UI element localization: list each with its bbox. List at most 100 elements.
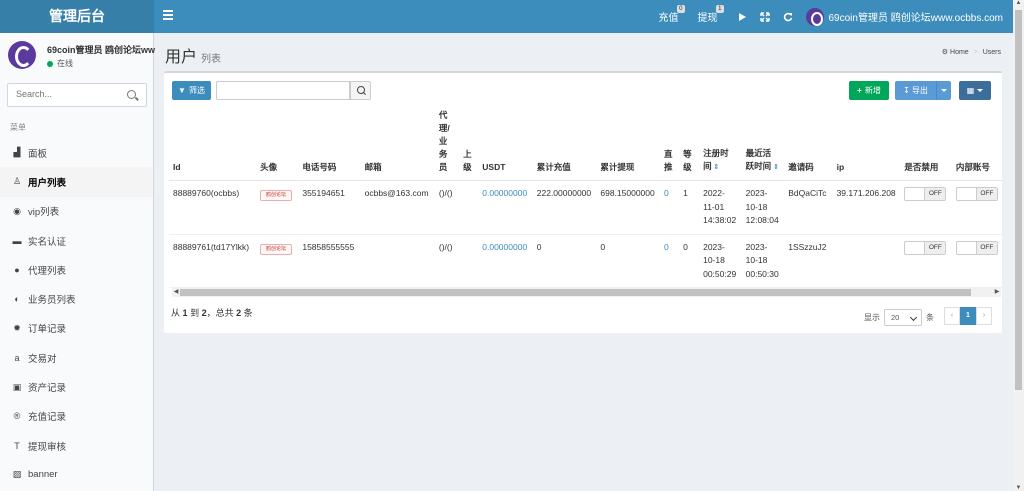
sidebar-item-11[interactable]: ▨ banner bbox=[0, 460, 153, 489]
cell-value[interactable]: 0.00000000 bbox=[482, 242, 527, 252]
cell-internal: OFF bbox=[951, 234, 1002, 288]
cell-usdt: 0.00000000 bbox=[478, 234, 533, 288]
sidebar-item-5[interactable]: ◐ 业务员列表 bbox=[0, 284, 153, 313]
horizontal-scrollbar[interactable]: ◀ ▶ bbox=[172, 288, 1001, 297]
sidebar-item-label: vip列表 bbox=[28, 207, 60, 219]
columns-toggle-button[interactable]: ▦ bbox=[959, 81, 991, 100]
cell-value: 88889761(td17Ylkk) bbox=[173, 241, 250, 252]
show-label: 显示 bbox=[864, 313, 880, 322]
user-logo bbox=[8, 41, 36, 69]
sidebar-item-0[interactable]: ▟ 面板 bbox=[0, 138, 153, 167]
sidebar-item-10[interactable]: T 提现审核 bbox=[0, 431, 153, 460]
table-row: 88889761(td17Ylkk) 鸥创论坛 15858555555 ()/() 0.… bbox=[169, 234, 1002, 288]
disabled-toggle[interactable]: OFF bbox=[904, 187, 947, 201]
disabled-toggle[interactable]: OFF bbox=[904, 240, 947, 255]
sidebar-toggle-icon[interactable] bbox=[163, 10, 173, 22]
cell-value: 355194651 bbox=[302, 188, 345, 198]
vertical-scrollbar[interactable]: ▲ ▼ bbox=[1013, 0, 1024, 491]
export-button[interactable]: ↧ 导出 bbox=[895, 81, 936, 100]
add-button[interactable]: + 新增 bbox=[849, 81, 889, 100]
cell-email bbox=[360, 234, 435, 288]
sidebar-item-3[interactable]: ▬ 实名认证 bbox=[0, 226, 153, 255]
horizontal-scroll-thumb[interactable] bbox=[180, 289, 971, 296]
avatar[interactable]: 鸥创论坛 bbox=[260, 190, 293, 201]
sidebar-item-label: 代理列表 bbox=[28, 265, 67, 277]
table-row: 88889760(ocbbs) 鸥创论坛 355194651 ocbbs@163.co… bbox=[169, 180, 1002, 235]
cell-value[interactable]: 0 bbox=[664, 188, 669, 198]
user-menu[interactable]: 69coin管理员 鸥创论坛www.ocbbs.com bbox=[805, 7, 1003, 26]
sort-icon[interactable]: ⇕ bbox=[712, 164, 720, 171]
sidebar-item-label: 用户列表 bbox=[28, 177, 67, 189]
export-dropdown-button[interactable] bbox=[936, 81, 951, 100]
summary-total: 2 bbox=[236, 308, 242, 318]
cell-value: 0 bbox=[683, 241, 688, 252]
sidebar-item-label: 业务员列表 bbox=[28, 295, 76, 307]
add-label: 新增 bbox=[864, 86, 881, 95]
internal-toggle[interactable]: OFF bbox=[955, 187, 998, 201]
internal-toggle[interactable]: OFF bbox=[955, 240, 998, 255]
brand-logo[interactable]: 管理后台 bbox=[0, 0, 154, 33]
column-header: 头像 bbox=[256, 109, 299, 181]
cell-value[interactable]: 0.00000000 bbox=[482, 188, 527, 198]
vip-icon: ◉ bbox=[13, 205, 21, 216]
column-header: 邀请码 bbox=[784, 109, 833, 181]
scroll-right-icon[interactable]: ▶ bbox=[993, 288, 1001, 297]
cell-value[interactable]: 0 bbox=[664, 242, 669, 252]
column-header-label: 邮箱 bbox=[364, 162, 382, 172]
quick-search-button[interactable] bbox=[350, 81, 371, 100]
scroll-up-icon[interactable]: ▲ bbox=[1013, 0, 1024, 6]
asset-icon: ▣ bbox=[12, 381, 22, 392]
vertical-scroll-thumb[interactable] bbox=[1015, 10, 1022, 390]
cell-direct: 0 bbox=[659, 180, 680, 235]
next-page-button[interactable]: › bbox=[976, 307, 992, 325]
avatar[interactable]: 鸥创论坛 bbox=[260, 243, 293, 255]
sidebar-item-8[interactable]: ▣ 资产记录 bbox=[0, 372, 153, 401]
cell-value: 698.15000000 bbox=[600, 188, 655, 198]
cell-value: 2023- 10-18 12:08:04 bbox=[745, 188, 779, 225]
recharge-nav-link[interactable]: 充值 0 bbox=[659, 5, 685, 24]
breadcrumb-home[interactable]: Home bbox=[950, 49, 969, 56]
cell-value: 0 bbox=[536, 241, 542, 252]
filter-button[interactable]: ▼ 筛选 bbox=[172, 81, 211, 100]
cell-value: OFF bbox=[975, 188, 997, 200]
cell-value: 39.171.206.208 bbox=[836, 188, 896, 198]
scroll-down-icon[interactable]: ▼ bbox=[1013, 485, 1024, 491]
withdraw-nav-link[interactable]: 提现 1 bbox=[698, 5, 724, 24]
search-icon[interactable] bbox=[127, 90, 136, 99]
cell-value: OFF bbox=[975, 241, 997, 254]
cell-avatar: 鸥创论坛 bbox=[256, 234, 299, 288]
sidebar-item-2[interactable]: ◉ vip列表 bbox=[0, 197, 153, 226]
page-size-select[interactable]: 20 bbox=[884, 309, 922, 326]
column-header: 代 理/ 业 务 员 bbox=[434, 109, 460, 181]
breadcrumb: ⚙ Home > Users bbox=[941, 49, 1001, 56]
scroll-left-icon[interactable]: ◀ bbox=[172, 288, 180, 297]
cell-parent bbox=[459, 234, 479, 288]
column-header[interactable]: 最近活 跃时间 ⇕ bbox=[741, 109, 785, 181]
cell-value: 2023- 10-18 00:50:29 bbox=[703, 241, 737, 279]
table-icon: ▦ bbox=[966, 86, 975, 95]
page-1-button[interactable]: 1 bbox=[960, 307, 976, 325]
sidebar-item-7[interactable]: a 交易对 bbox=[0, 343, 153, 372]
sidebar-item-9[interactable]: ® 充值记录 bbox=[0, 402, 153, 431]
sidebar-item-1[interactable]: ♙ 用户列表 bbox=[0, 167, 153, 197]
column-header-label: 直 推 bbox=[663, 149, 673, 172]
per-label: 条 bbox=[926, 313, 934, 322]
sidebar-item-label: 实名认证 bbox=[28, 236, 67, 248]
cell-value: OFF bbox=[924, 188, 946, 200]
sidebar-item-6[interactable]: ✹ 订单记录 bbox=[0, 314, 153, 343]
column-header: 累计充值 bbox=[532, 109, 597, 181]
amazon-icon: a bbox=[14, 352, 20, 363]
summary-suffix: 条 bbox=[243, 308, 253, 318]
sidebar-item-4[interactable]: ● 代理列表 bbox=[0, 255, 153, 284]
sidebar: 69coin管理员 鸥创论坛ww 在线 菜单 ▟ 面板 ♙ 用户列表 ◉ vip列表 ▬ 实名… bbox=[0, 33, 155, 491]
column-header[interactable]: 注册时 间 ⇕ bbox=[699, 109, 742, 181]
refresh-icon[interactable] bbox=[783, 12, 793, 22]
column-header: 累计提现 bbox=[596, 109, 660, 181]
play-icon[interactable] bbox=[737, 12, 747, 22]
quick-search-input[interactable] bbox=[216, 81, 350, 100]
sort-icon[interactable]: ⇕ bbox=[771, 164, 779, 171]
prev-page-button[interactable]: ‹ bbox=[944, 307, 960, 325]
fullscreen-icon[interactable] bbox=[759, 11, 770, 22]
sidebar-search-input[interactable] bbox=[16, 89, 126, 99]
sidebar-item-label: 提现审核 bbox=[28, 441, 67, 453]
